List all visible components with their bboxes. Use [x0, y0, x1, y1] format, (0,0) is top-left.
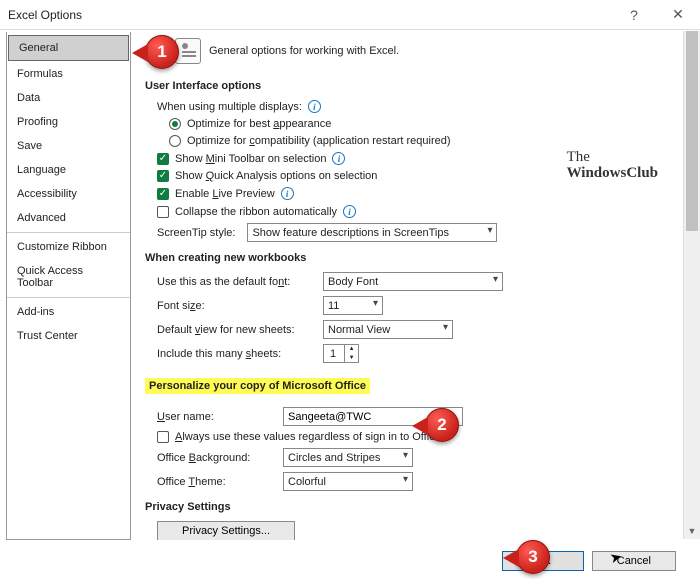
- watermark-thewindowsclub: The WindowsClub: [567, 150, 658, 182]
- sidebar-item-general[interactable]: General: [8, 35, 129, 61]
- info-icon[interactable]: i: [308, 100, 321, 113]
- annotation-badge-1: 1: [145, 35, 179, 69]
- radio-optimize-compat[interactable]: [169, 135, 181, 147]
- cancel-button[interactable]: Cancel: [592, 551, 676, 571]
- privacy-settings-button[interactable]: Privacy Settings...: [157, 521, 295, 540]
- intro-text: General options for working with Excel.: [209, 45, 399, 57]
- sidebar-item-language[interactable]: Language: [7, 158, 130, 182]
- screentip-label: ScreenTip style:: [157, 227, 235, 239]
- font-size-label: Font size:: [157, 300, 317, 312]
- info-icon[interactable]: i: [343, 205, 356, 218]
- sidebar-item-proofing[interactable]: Proofing: [7, 110, 130, 134]
- chk-mini-toolbar-label: Show Mini Toolbar on selection: [175, 153, 326, 165]
- default-view-select[interactable]: Normal View: [323, 320, 453, 339]
- sidebar-item-formulas[interactable]: Formulas: [7, 62, 130, 86]
- chk-collapse-ribbon-label: Collapse the ribbon automatically: [175, 206, 337, 218]
- chk-always-use-values-label: Always use these values regardless of si…: [175, 431, 444, 443]
- scroll-thumb[interactable]: [686, 31, 698, 231]
- section-privacy-heading: Privacy Settings: [145, 501, 686, 513]
- chk-quick-analysis[interactable]: [157, 170, 169, 182]
- section-personalize-heading: Personalize your copy of Microsoft Offic…: [145, 378, 370, 394]
- default-font-select[interactable]: Body Font: [323, 272, 503, 291]
- chk-collapse-ribbon[interactable]: [157, 206, 169, 218]
- screentip-select[interactable]: Show feature descriptions in ScreenTips: [247, 223, 497, 242]
- annotation-badge-2: 2: [425, 408, 459, 442]
- sidebar-item-save[interactable]: Save: [7, 134, 130, 158]
- titlebar: Excel Options ? ✕: [0, 0, 700, 30]
- default-view-label: Default view for new sheets:: [157, 324, 317, 336]
- section-newwb-heading: When creating new workbooks: [145, 252, 686, 264]
- chk-quick-analysis-label: Show Quick Analysis options on selection: [175, 170, 377, 182]
- office-bg-select[interactable]: Circles and Stripes: [283, 448, 413, 467]
- office-theme-label: Office Theme:: [157, 476, 277, 488]
- office-bg-label: Office Background:: [157, 452, 277, 464]
- sidebar-item-data[interactable]: Data: [7, 86, 130, 110]
- close-button[interactable]: ✕: [656, 0, 700, 29]
- font-size-select[interactable]: 11: [323, 296, 383, 315]
- window-title: Excel Options: [8, 8, 82, 22]
- chk-live-preview[interactable]: [157, 188, 169, 200]
- info-icon[interactable]: i: [332, 152, 345, 165]
- username-label: User name:: [157, 411, 277, 423]
- sidebar-item-qat[interactable]: Quick Access Toolbar: [7, 259, 130, 295]
- sidebar: General Formulas Data Proofing Save Lang…: [6, 32, 131, 540]
- vertical-scrollbar[interactable]: ▲ ▼: [683, 31, 700, 539]
- radio-optimize-compat-label: Optimize for compatibility (application …: [187, 135, 451, 147]
- content-panel: General options for working with Excel. …: [131, 30, 700, 540]
- sheet-count-label: Include this many sheets:: [157, 348, 317, 360]
- sidebar-item-addins[interactable]: Add-ins: [7, 300, 130, 324]
- sidebar-item-trust-center[interactable]: Trust Center: [7, 324, 130, 348]
- sidebar-item-accessibility[interactable]: Accessibility: [7, 182, 130, 206]
- sidebar-item-customize-ribbon[interactable]: Customize Ribbon: [7, 235, 130, 259]
- sidebar-item-advanced[interactable]: Advanced: [7, 206, 130, 230]
- scroll-down-icon[interactable]: ▼: [684, 522, 700, 539]
- chk-live-preview-label: Enable Live Preview: [175, 188, 275, 200]
- info-icon[interactable]: i: [281, 187, 294, 200]
- chk-mini-toolbar[interactable]: [157, 153, 169, 165]
- default-font-label: Use this as the default font:: [157, 276, 317, 288]
- radio-optimize-best[interactable]: [169, 118, 181, 130]
- radio-optimize-best-label: Optimize for best appearance: [187, 118, 331, 130]
- section-ui-heading: User Interface options: [145, 80, 686, 92]
- multi-displays-label: When using multiple displays:: [157, 101, 302, 113]
- office-theme-select[interactable]: Colorful: [283, 472, 413, 491]
- help-button[interactable]: ?: [612, 0, 656, 29]
- chk-always-use-values[interactable]: [157, 431, 169, 443]
- annotation-badge-3: 3: [516, 540, 550, 574]
- sheet-count-spinner[interactable]: 1 ▲▼: [323, 344, 359, 363]
